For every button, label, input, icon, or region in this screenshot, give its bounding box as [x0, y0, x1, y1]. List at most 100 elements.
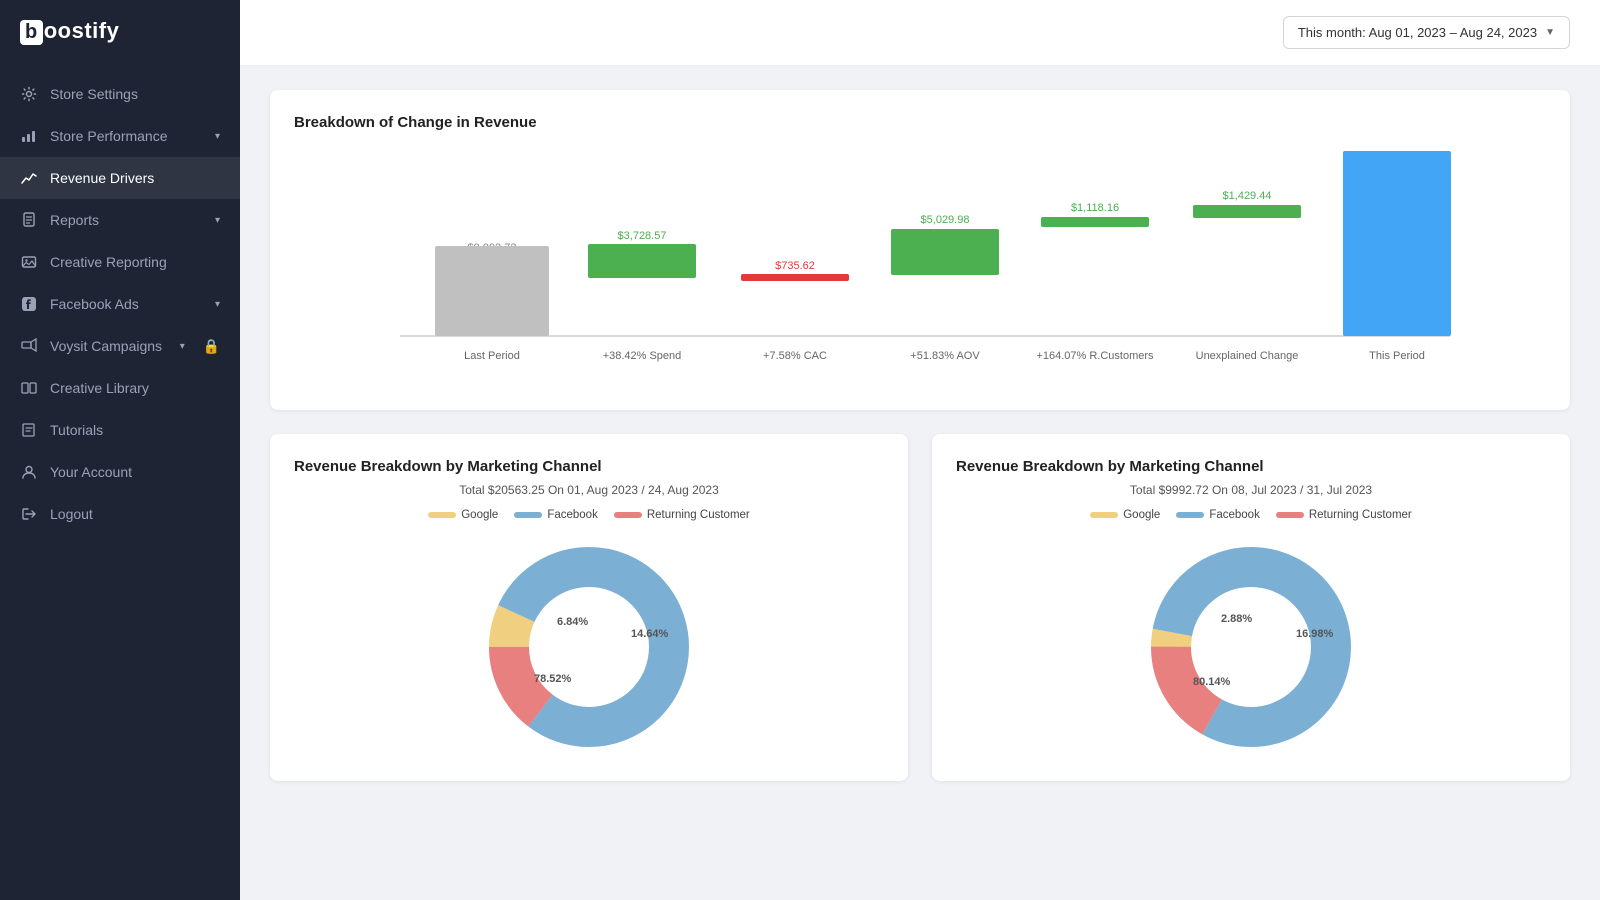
- donut-previous-chart: 2.88% 80.14% 16.98%: [956, 537, 1546, 757]
- svg-text:+38.42% Spend: +38.42% Spend: [603, 350, 682, 362]
- book-icon: [20, 421, 38, 439]
- sidebar-item-tutorials[interactable]: Tutorials: [0, 409, 240, 451]
- main-content: This month: Aug 01, 2023 – Aug 24, 2023 …: [240, 0, 1600, 900]
- sidebar-item-creative-library[interactable]: Creative Library: [0, 367, 240, 409]
- legend-facebook-label: Facebook: [547, 509, 598, 521]
- lock-icon: 🔒: [203, 338, 220, 355]
- donut-charts-row: Revenue Breakdown by Marketing Channel T…: [270, 434, 1570, 781]
- chevron-down-icon: ▾: [215, 215, 220, 226]
- donut-previous-title: Revenue Breakdown by Marketing Channel: [956, 458, 1546, 475]
- legend-returning-label-prev: Returning Customer: [1309, 509, 1412, 521]
- donut-previous-subtitle: Total $9992.72 On 08, Jul 2023 / 31, Jul…: [956, 483, 1546, 497]
- image-icon: [20, 253, 38, 271]
- svg-text:Last Period: Last Period: [464, 350, 520, 362]
- sidebar-nav: Store Settings Store Performance ▾ Reven…: [0, 63, 240, 900]
- waterfall-title: Breakdown of Change in Revenue: [294, 114, 1546, 131]
- legend-returning: Returning Customer: [614, 509, 750, 521]
- sidebar-item-label: Your Account: [50, 464, 132, 480]
- sidebar-item-voysit-campaigns[interactable]: Voysit Campaigns ▾ 🔒: [0, 325, 240, 367]
- waterfall-bar-3: [891, 229, 999, 275]
- svg-text:$3,728.57: $3,728.57: [618, 230, 667, 242]
- svg-text:+164.07% R.Customers: +164.07% R.Customers: [1036, 350, 1154, 362]
- sidebar-item-label: Facebook Ads: [50, 296, 139, 312]
- legend-returning-prev: Returning Customer: [1276, 509, 1412, 521]
- content-area: Breakdown of Change in Revenue $9,992.72…: [240, 66, 1600, 900]
- topbar: This month: Aug 01, 2023 – Aug 24, 2023 …: [240, 0, 1600, 66]
- svg-text:$1,429.44: $1,429.44: [1223, 190, 1272, 202]
- library-icon: [20, 379, 38, 397]
- svg-text:$735.62: $735.62: [775, 260, 815, 272]
- svg-text:80.14%: 80.14%: [1193, 676, 1231, 688]
- legend-google-color: [428, 512, 456, 518]
- waterfall-svg: $9,992.72 Last Period $3,728.57 +38.42% …: [294, 151, 1546, 381]
- sidebar: boostify Store Settings Store Performanc…: [0, 0, 240, 900]
- waterfall-chart: $9,992.72 Last Period $3,728.57 +38.42% …: [294, 151, 1546, 386]
- sidebar-item-label: Store Settings: [50, 86, 138, 102]
- sidebar-item-label: Store Performance: [50, 128, 168, 144]
- donut-current-legend: Google Facebook Returning Customer: [294, 509, 884, 521]
- legend-google-color-prev: [1090, 512, 1118, 518]
- sidebar-item-reports[interactable]: Reports ▾: [0, 199, 240, 241]
- sidebar-item-facebook-ads[interactable]: Facebook Ads ▾: [0, 283, 240, 325]
- waterfall-bar-0: [435, 246, 549, 336]
- legend-returning-label: Returning Customer: [647, 509, 750, 521]
- chart-bar-icon: [20, 127, 38, 145]
- user-icon: [20, 463, 38, 481]
- sidebar-item-revenue-drivers[interactable]: Revenue Drivers: [0, 157, 240, 199]
- svg-text:2.88%: 2.88%: [1221, 613, 1252, 625]
- sidebar-item-logout[interactable]: Logout: [0, 493, 240, 535]
- sidebar-item-label: Revenue Drivers: [50, 170, 154, 186]
- svg-text:6.84%: 6.84%: [557, 616, 588, 628]
- chevron-down-icon: ▾: [215, 299, 220, 310]
- svg-text:Unexplained Change: Unexplained Change: [1196, 350, 1299, 362]
- legend-google-prev: Google: [1090, 509, 1160, 521]
- sidebar-item-label: Voysit Campaigns: [50, 338, 162, 354]
- svg-text:78.52%: 78.52%: [534, 673, 572, 685]
- donut-current-title: Revenue Breakdown by Marketing Channel: [294, 458, 884, 475]
- waterfall-bar-4: [1041, 217, 1149, 227]
- donut-current-chart: 6.84% 78.52% 14.64%: [294, 537, 884, 757]
- waterfall-bar-6: [1343, 151, 1451, 336]
- logo-letter: b: [20, 20, 43, 45]
- donut-svg-previous: 2.88% 80.14% 16.98%: [1141, 537, 1361, 757]
- svg-text:+51.83% AOV: +51.83% AOV: [910, 350, 980, 362]
- chart-line-icon: [20, 169, 38, 187]
- legend-returning-color-prev: [1276, 512, 1304, 518]
- sidebar-item-label: Creative Library: [50, 380, 149, 396]
- legend-facebook-prev: Facebook: [1176, 509, 1260, 521]
- svg-text:14.64%: 14.64%: [631, 628, 669, 640]
- sidebar-item-store-performance[interactable]: Store Performance ▾: [0, 115, 240, 157]
- donut-card-current: Revenue Breakdown by Marketing Channel T…: [270, 434, 908, 781]
- chevron-down-icon: ▾: [215, 131, 220, 142]
- donut-svg-current: 6.84% 78.52% 14.64%: [479, 537, 699, 757]
- donut-card-previous: Revenue Breakdown by Marketing Channel T…: [932, 434, 1570, 781]
- gear-icon: [20, 85, 38, 103]
- legend-google-label: Google: [461, 509, 498, 521]
- logout-icon: [20, 505, 38, 523]
- donut-previous-legend: Google Facebook Returning Customer: [956, 509, 1546, 521]
- legend-google: Google: [428, 509, 498, 521]
- campaigns-icon: [20, 337, 38, 355]
- sidebar-item-your-account[interactable]: Your Account: [0, 451, 240, 493]
- svg-text:$1,118.16: $1,118.16: [1071, 202, 1119, 214]
- svg-text:This Period: This Period: [1369, 350, 1425, 362]
- waterfall-card: Breakdown of Change in Revenue $9,992.72…: [270, 90, 1570, 410]
- chevron-down-icon: ▾: [180, 341, 185, 352]
- date-range-label: This month: Aug 01, 2023 – Aug 24, 2023: [1298, 25, 1537, 40]
- sidebar-item-label: Tutorials: [50, 422, 103, 438]
- waterfall-bar-5: [1193, 205, 1301, 218]
- sidebar-item-label: Logout: [50, 506, 93, 522]
- sidebar-item-store-settings[interactable]: Store Settings: [0, 73, 240, 115]
- date-range-picker[interactable]: This month: Aug 01, 2023 – Aug 24, 2023 …: [1283, 16, 1570, 49]
- logo: boostify: [0, 0, 240, 63]
- facebook-icon: [20, 295, 38, 313]
- waterfall-bar-2: [741, 274, 849, 281]
- document-icon: [20, 211, 38, 229]
- svg-text:+7.58% CAC: +7.58% CAC: [763, 350, 827, 362]
- legend-google-label-prev: Google: [1123, 509, 1160, 521]
- legend-facebook-color-prev: [1176, 512, 1204, 518]
- sidebar-item-label: Creative Reporting: [50, 254, 167, 270]
- legend-facebook-label-prev: Facebook: [1209, 509, 1260, 521]
- sidebar-item-creative-reporting[interactable]: Creative Reporting: [0, 241, 240, 283]
- svg-text:16.98%: 16.98%: [1296, 628, 1334, 640]
